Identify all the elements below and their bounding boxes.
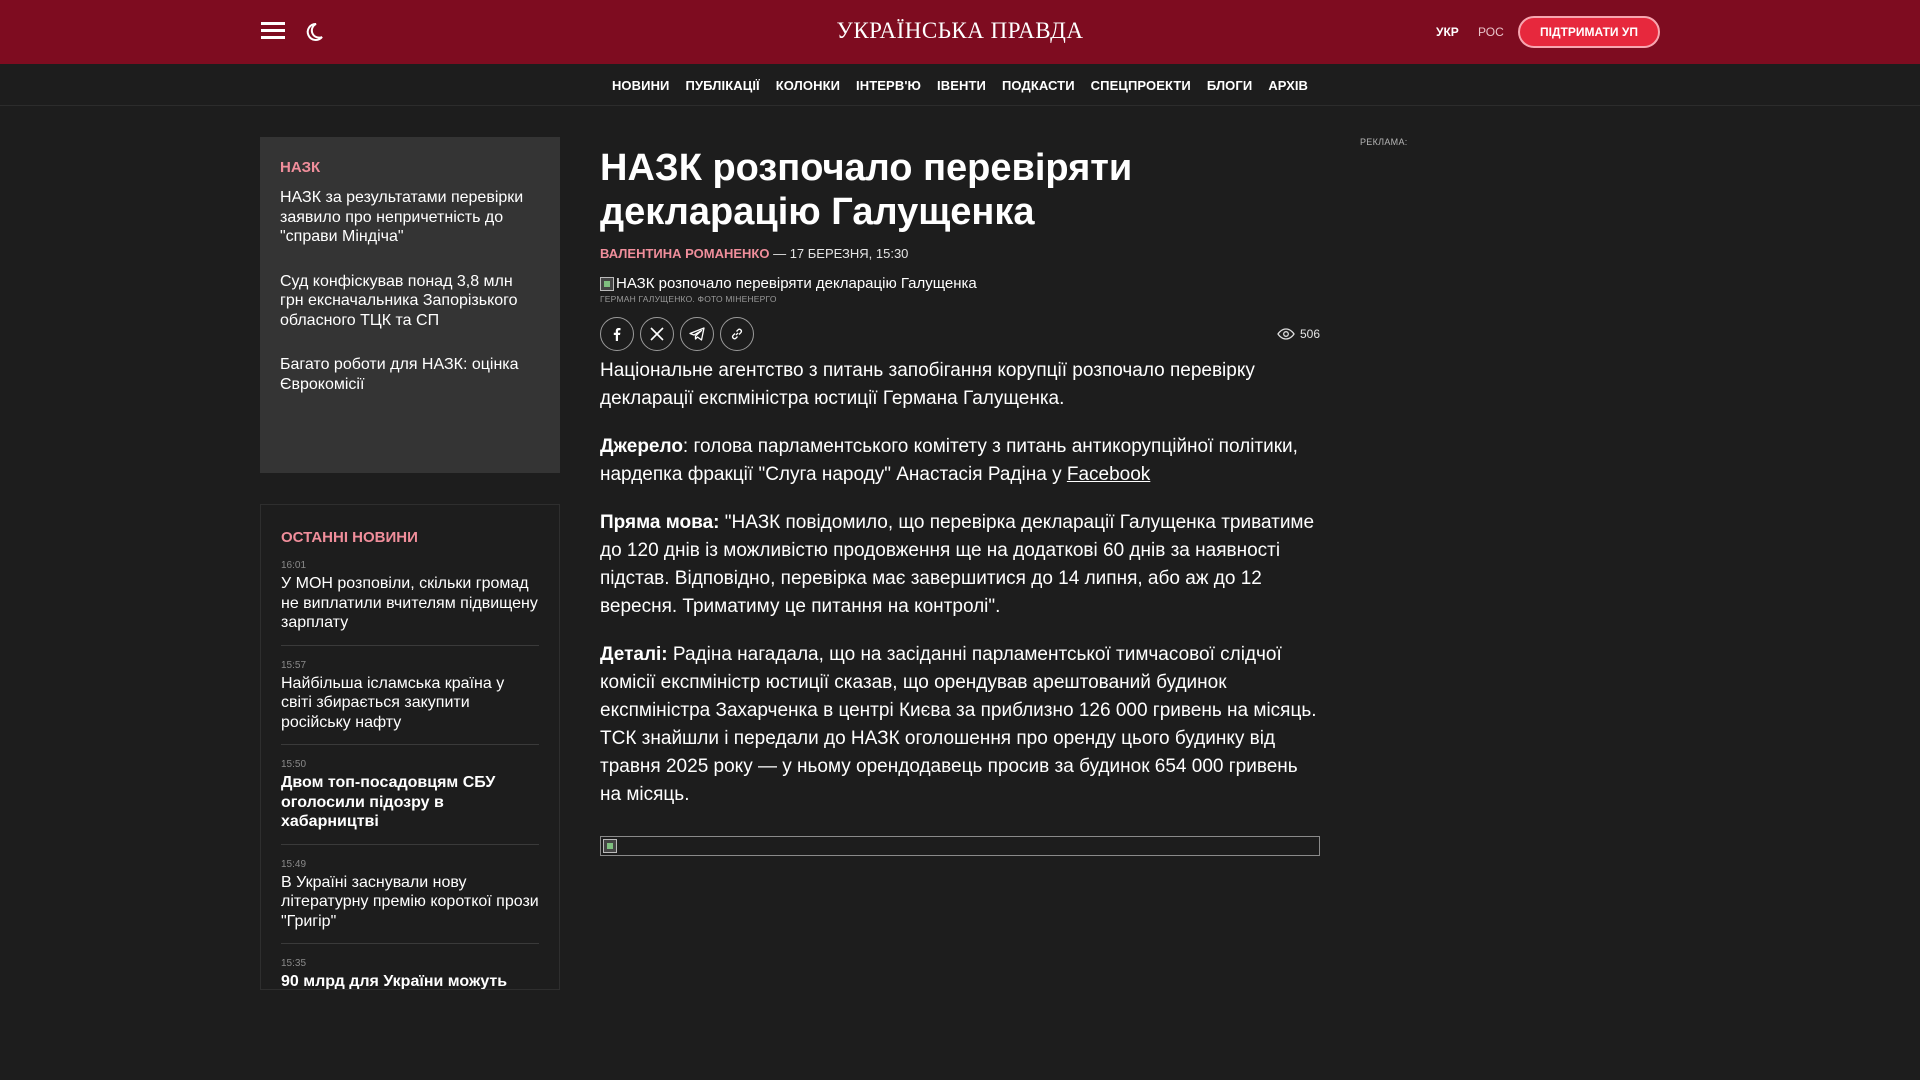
ad-label: РЕКЛАМА:: [1360, 137, 1408, 147]
news-title[interactable]: В Україні заснували нову літературну пре…: [281, 873, 539, 932]
x-icon: [650, 327, 664, 341]
details-label: Деталі:: [600, 644, 668, 665]
facebook-share-button[interactable]: [600, 317, 634, 351]
share-row: 506: [600, 317, 1320, 357]
nav-item-specprojects[interactable]: СПЕЦПРОЕКТИ: [1091, 78, 1191, 93]
source-label: Джерело: [600, 436, 683, 457]
facebook-icon: [613, 328, 621, 341]
support-button[interactable]: ПІДТРИМАТИ УП: [1518, 16, 1660, 48]
nav-item-columns[interactable]: КОЛОНКИ: [776, 78, 840, 93]
news-item[interactable]: 15:35 90 млрд для України можуть розблок…: [281, 958, 539, 989]
article-title: НАЗК розпочало перевіряти декларацію Гал…: [600, 147, 1133, 233]
lang-ukr-link[interactable]: УКР: [1436, 25, 1459, 39]
link-icon: [731, 328, 743, 340]
image-caption: ГЕРМАН ГАЛУЩЕНКО. ФОТО МІНЕНЕРГО: [600, 294, 777, 304]
nav-item-archive[interactable]: АРХІВ: [1268, 78, 1308, 93]
image-alt-text: НАЗК розпочало перевіряти декларацію Гал…: [616, 275, 977, 292]
news-time: 15:35: [281, 958, 307, 969]
news-time: 15:49: [281, 858, 307, 870]
x-share-button[interactable]: [640, 317, 674, 351]
news-time: 16:01: [281, 560, 307, 571]
telegram-icon: [689, 327, 705, 341]
nav-item-podcasts[interactable]: ПОДКАСТИ: [1002, 78, 1075, 93]
news-time: 15:57: [281, 659, 307, 671]
nav-item-interview[interactable]: ІНТЕРВ'Ю: [856, 78, 921, 93]
topic-link[interactable]: Суд конфіскував понад 3,8 млн грн екснач…: [280, 272, 540, 331]
views-count: 506: [1299, 327, 1320, 341]
nav-item-events[interactable]: ІВЕНТИ: [937, 78, 986, 93]
views-counter: 506: [1277, 327, 1320, 341]
article-paragraph-lead: Національне агентство з питань запобіган…: [600, 360, 1255, 409]
embedded-media-placeholder: [600, 836, 1320, 856]
nav-item-news[interactable]: НОВИНИ: [612, 78, 670, 93]
news-item[interactable]: 16:01 У МОН розповіли, скільки громад не…: [281, 560, 539, 646]
telegram-share-button[interactable]: [680, 317, 714, 351]
article-date: — 17 БЕРЕЗНЯ, 15:30: [769, 246, 909, 261]
article-paragraph-source: Джерело: голова парламентського комітету…: [600, 433, 1320, 489]
nav-item-publications[interactable]: ПУБЛІКАЦІЇ: [686, 78, 760, 93]
author-link[interactable]: ВАЛЕНТИНА РОМАНЕНКО: [600, 246, 769, 261]
copy-link-button[interactable]: [720, 317, 754, 351]
main-nav: НОВИНИ ПУБЛІКАЦІЇ КОЛОНКИ ІНТЕРВ'Ю ІВЕНТ…: [0, 64, 1920, 106]
facebook-source-link[interactable]: Facebook: [1067, 464, 1150, 485]
article-byline: ВАЛЕНТИНА РОМАНЕНКО — 17 БЕРЕЗНЯ, 15:30: [600, 246, 1320, 261]
broken-image-icon: [600, 276, 614, 291]
nav-item-blogs[interactable]: БЛОГИ: [1207, 78, 1252, 93]
news-title[interactable]: Двом топ-посадовцям СБУ оголосили підозр…: [281, 773, 539, 832]
article-paragraph-details: Деталі: Радіна нагадала, що на засіданні…: [600, 641, 1320, 809]
article-paragraph-quote: Пряма мова: "НАЗК повідомило, що перевір…: [600, 509, 1320, 621]
eye-icon: [1277, 328, 1295, 340]
broken-image-icon: [603, 839, 617, 853]
top-header: УКРАЇНСЬКА ПРАВДА УКР РОС ПІДТРИМАТИ УП: [0, 0, 1920, 64]
news-title[interactable]: У МОН розповіли, скільки громад не випла…: [281, 574, 539, 633]
latest-news-box: ОСТАННІ НОВИНИ 16:01 У МОН розповіли, ск…: [260, 504, 560, 990]
news-item[interactable]: 15:49 В Україні заснували нову літератур…: [281, 858, 539, 944]
article-image: НАЗК розпочало перевіряти декларацію Гал…: [600, 275, 1320, 292]
news-time: 15:50: [281, 759, 307, 770]
news-item[interactable]: 15:50 Двом топ-посадовцям СБУ оголосили …: [281, 759, 539, 845]
topic-related-box: НАЗК НАЗК за результатами перевірки заяв…: [260, 137, 560, 473]
article: НАЗК розпочало перевіряти декларацію Гал…: [600, 146, 1320, 856]
details-text: Радіна нагадала, що на засіданні парламе…: [600, 644, 1317, 805]
news-title[interactable]: 90 млрд для України можуть розблокувати …: [281, 972, 539, 989]
topic-heading[interactable]: НАЗК: [280, 159, 540, 176]
lang-ros-link[interactable]: РОС: [1478, 25, 1504, 39]
topic-link[interactable]: Багато роботи для НАЗК: оцінка Єврокоміс…: [280, 355, 540, 394]
news-title[interactable]: Найбільша ісламська країна у світі збира…: [281, 674, 539, 733]
topic-link[interactable]: НАЗК за результатами перевірки заявило п…: [280, 188, 540, 247]
latest-news-heading: ОСТАННІ НОВИНИ: [281, 529, 418, 546]
quote-label: Пряма мова:: [600, 512, 720, 533]
source-text: : голова парламентського комітету з пита…: [600, 436, 1298, 485]
news-item[interactable]: 15:57 Найбільша ісламська країна у світі…: [281, 659, 539, 745]
